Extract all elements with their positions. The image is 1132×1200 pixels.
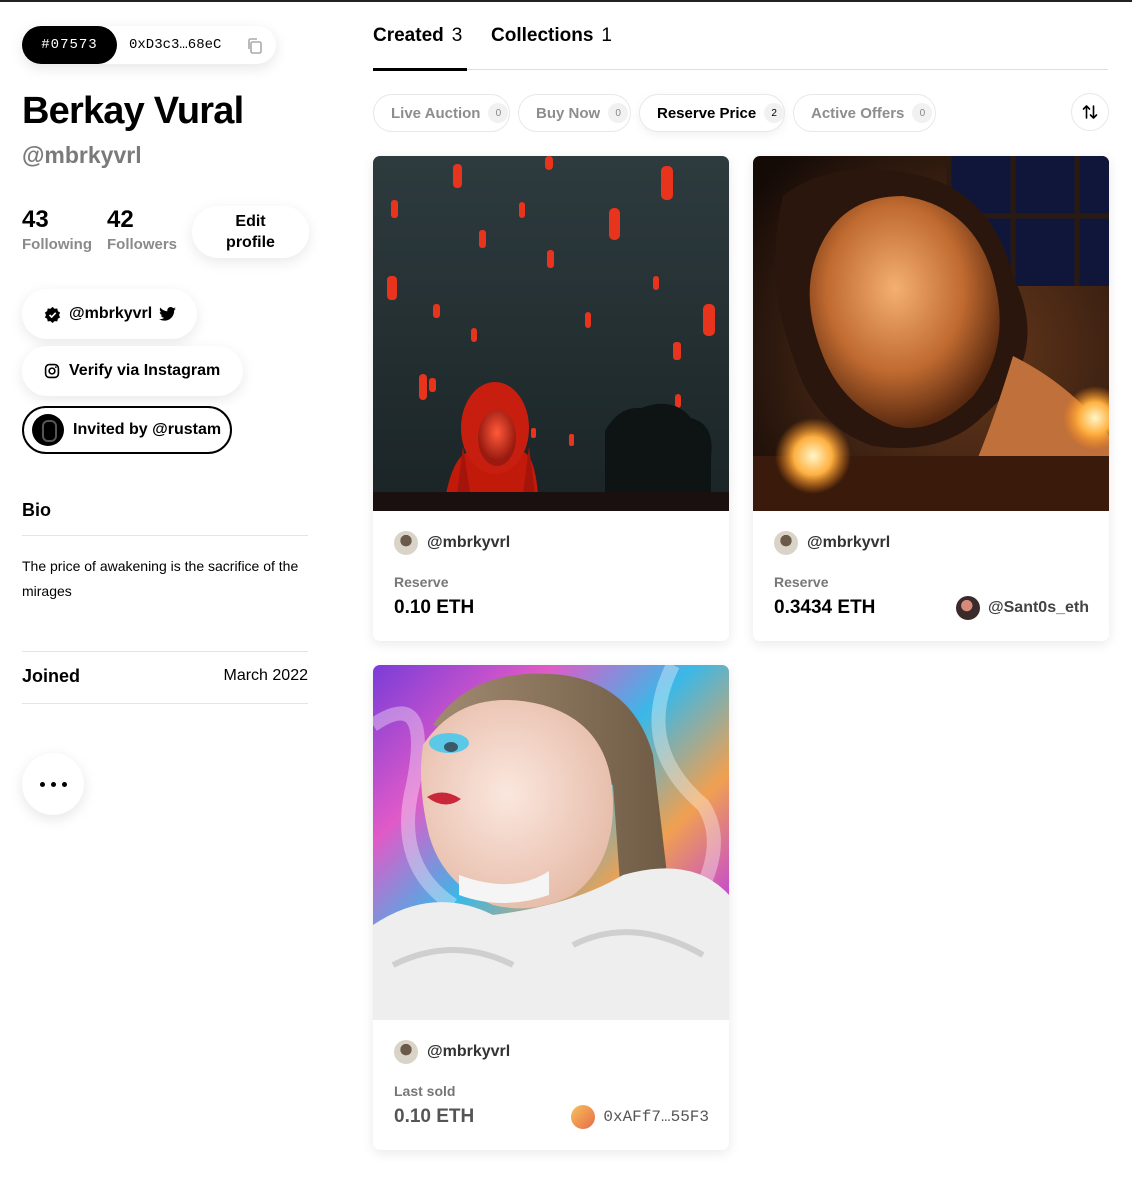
- creator-handle: @mbrkyvrl: [427, 1043, 511, 1060]
- price-label: Reserve: [394, 574, 449, 590]
- creator-handle: @mbrkyvrl: [427, 534, 511, 551]
- joined-label: Joined: [22, 666, 81, 686]
- price-value: 0.3434 ETH: [774, 597, 876, 618]
- instagram-label: Verify via Instagram: [69, 362, 221, 379]
- verified-badge-icon: [44, 306, 61, 323]
- filter-label: Reserve Price: [657, 104, 757, 122]
- verify-instagram-button[interactable]: Verify via Instagram: [22, 346, 243, 396]
- nft-card[interactable]: @mbrkyvrl Reserve 0.10 ETH: [373, 156, 729, 641]
- more-dot: [50, 781, 56, 787]
- twitter-icon: [159, 307, 177, 321]
- bio-heading: Bio: [22, 500, 51, 520]
- id-address-pill: #07573 0xD3c3…68eC: [22, 26, 276, 64]
- twitter-link-button[interactable]: @mbrkyvrl: [22, 289, 197, 339]
- profile-name: Berkay Vural: [22, 90, 244, 132]
- tab-created-label: Created: [373, 25, 444, 46]
- active-tab-indicator: [373, 68, 467, 71]
- filter-label: Buy Now: [536, 104, 601, 122]
- owner-link[interactable]: 0xAFf7…55F3: [571, 1105, 709, 1129]
- profile-number-badge: #07573: [22, 26, 117, 64]
- following-count: 43: [22, 206, 49, 233]
- nft-artwork-image[interactable]: [373, 665, 729, 1020]
- filter-label: Active Offers: [811, 104, 905, 122]
- tab-collections-label: Collections: [491, 25, 594, 46]
- nft-artwork-image[interactable]: [753, 156, 1109, 511]
- filter-label: Live Auction: [391, 104, 481, 122]
- creator-link[interactable]: @mbrkyvrl: [394, 1040, 510, 1064]
- price-value: 0.10 ETH: [394, 1106, 475, 1127]
- filter-reserve-price[interactable]: Reserve Price 2: [639, 94, 785, 132]
- joined-divider-bottom: [22, 703, 308, 704]
- joined-divider-top: [22, 651, 308, 652]
- filter-buy-now[interactable]: Buy Now 0: [518, 94, 631, 132]
- nft-card-meta: @mbrkyvrl Last sold 0.10 ETH 0xAFf7…55F3: [373, 1020, 729, 1150]
- nft-card[interactable]: @mbrkyvrl Reserve 0.3434 ETH @Sant0s_eth: [753, 156, 1109, 641]
- creator-avatar: [394, 531, 418, 555]
- tab-collections[interactable]: Collections 1: [491, 25, 612, 47]
- owner-address: 0xAFf7…55F3: [603, 1108, 709, 1126]
- followers-label: Followers: [107, 236, 178, 253]
- bio-text: The price of awakening is the sacrifice …: [22, 558, 299, 599]
- followers-count: 42: [107, 206, 134, 233]
- filter-live-auction[interactable]: Live Auction 0: [373, 94, 510, 132]
- twitter-handle-label: @mbrkyvrl: [69, 305, 153, 322]
- price-value: 0.10 ETH: [394, 597, 475, 618]
- copy-icon[interactable]: [246, 37, 264, 55]
- sort-button[interactable]: [1071, 93, 1109, 131]
- creator-link[interactable]: @mbrkyvrl: [394, 531, 510, 555]
- nft-card[interactable]: @mbrkyvrl Last sold 0.10 ETH 0xAFf7…55F3: [373, 665, 729, 1150]
- filter-count: 0: [488, 103, 509, 123]
- more-dots-icon: [39, 781, 45, 787]
- more-options-button[interactable]: [22, 753, 84, 815]
- edit-profile-button[interactable]: Edit profile: [192, 206, 309, 258]
- filter-count: 2: [764, 103, 784, 123]
- owner-link[interactable]: @Sant0s_eth: [956, 596, 1089, 620]
- filter-count: 0: [912, 103, 933, 123]
- creator-avatar: [394, 1040, 418, 1064]
- creator-link[interactable]: @mbrkyvrl: [774, 531, 890, 555]
- following-stat[interactable]: 43 Following: [22, 206, 92, 256]
- tab-created-count: 3: [451, 25, 463, 46]
- tab-collections-count: 1: [601, 25, 612, 46]
- bio-divider: [22, 535, 308, 536]
- invited-by-label: Invited by @rustam: [73, 421, 222, 438]
- following-label: Following: [22, 236, 92, 253]
- profile-handle: @mbrkyvrl: [22, 142, 142, 168]
- instagram-icon: [44, 363, 60, 379]
- tabs-divider: [373, 69, 1108, 70]
- nft-card-meta: @mbrkyvrl Reserve 0.10 ETH: [373, 511, 729, 641]
- inviter-avatar: [32, 414, 64, 446]
- invited-by-button[interactable]: Invited by @rustam: [22, 406, 232, 454]
- followers-stat[interactable]: 42 Followers: [107, 206, 177, 256]
- price-label: Reserve: [774, 574, 829, 590]
- joined-date: March 2022: [223, 667, 309, 684]
- owner-handle: @Sant0s_eth: [988, 599, 1089, 616]
- more-dot: [61, 781, 67, 787]
- nft-artwork-image[interactable]: [373, 156, 729, 511]
- tab-created[interactable]: Created 3: [373, 25, 462, 47]
- creator-handle: @mbrkyvrl: [807, 534, 891, 551]
- nft-card-meta: @mbrkyvrl Reserve 0.3434 ETH @Sant0s_eth: [753, 511, 1109, 641]
- owner-avatar: [571, 1105, 596, 1129]
- filter-count: 0: [608, 103, 629, 123]
- profile-tabs: Created 3 Collections 1: [373, 0, 1108, 72]
- filter-active-offers[interactable]: Active Offers 0: [793, 94, 936, 132]
- sort-arrows-icon: [1082, 105, 1098, 119]
- price-label: Last sold: [394, 1083, 456, 1099]
- wallet-address[interactable]: 0xD3c3…68eC: [129, 26, 221, 64]
- owner-avatar: [956, 596, 981, 620]
- creator-avatar: [774, 531, 798, 555]
